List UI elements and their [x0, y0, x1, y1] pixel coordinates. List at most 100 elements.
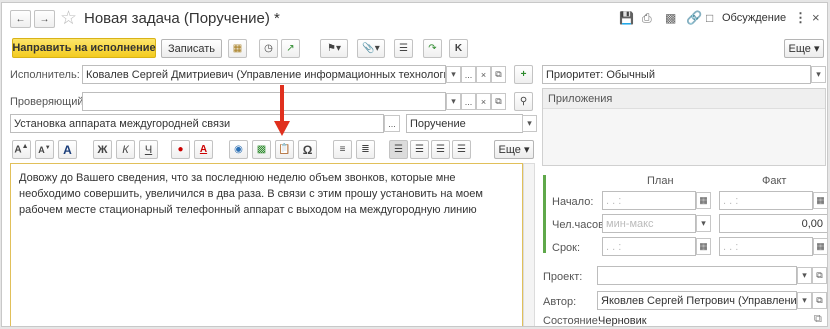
calendar-icon: ▦ [816, 195, 825, 205]
attachments-panel[interactable]: Приложения [542, 88, 826, 166]
reviewer-open[interactable]: ⧉ [491, 93, 506, 110]
executor-select[interactable]: ... [461, 66, 476, 83]
reviewer-field[interactable] [82, 92, 446, 111]
window-menu-icon[interactable]: ⋮ [794, 10, 807, 26]
discussion-link[interactable]: Обсуждение [722, 12, 786, 24]
history-button[interactable]: ◷ [259, 39, 278, 58]
arrow-left-icon: ← [15, 13, 26, 25]
insert-link-button[interactable]: ◉ [229, 140, 248, 159]
executor-open[interactable]: ⧉ [491, 66, 506, 83]
project-dropdown[interactable]: ▾ [797, 267, 812, 284]
reviewer-search-button[interactable]: ⚲ [514, 92, 533, 111]
save-button[interactable]: Записать [161, 39, 222, 58]
author-open[interactable]: ⧉ [812, 292, 827, 309]
toolbar-more-button[interactable]: Еще ▾ [784, 39, 824, 58]
bold-button[interactable]: Ж [93, 140, 112, 159]
font-style-button[interactable]: A [58, 140, 77, 159]
project-field[interactable] [597, 266, 797, 285]
save-icon[interactable]: 💾 [619, 11, 634, 25]
priority-field[interactable]: Приоритет: Обычный [542, 65, 811, 84]
task-type-dropdown[interactable]: ▾ [522, 115, 537, 132]
due-plan-calendar[interactable]: ▦ [696, 238, 711, 255]
font-color-icon: A [199, 144, 208, 155]
flag-button[interactable]: ⚑▾ [320, 39, 348, 58]
due-plan-field[interactable]: . . : [602, 237, 696, 256]
decrease-font-button[interactable]: A▼ [35, 140, 54, 159]
discussion-icon[interactable]: □ [706, 11, 713, 25]
k-button[interactable]: K [449, 39, 468, 58]
due-fact-calendar[interactable]: ▦ [813, 238, 827, 255]
arrow-right-icon: → [39, 13, 50, 25]
executor-field[interactable]: Ковалев Сергей Дмитриевич (Управление ин… [82, 65, 446, 84]
reviewer-label: Проверяющий: [10, 96, 87, 108]
due-fact-field[interactable]: . . : [719, 237, 813, 256]
start-fact-calendar[interactable]: ▦ [813, 192, 827, 209]
link-icon[interactable]: 🔗 [686, 10, 702, 26]
highlight-button[interactable]: ● [171, 140, 190, 159]
process-icon: ↷ [428, 43, 437, 54]
print-icon[interactable]: ⎙ [642, 11, 652, 26]
executor-dropdown[interactable]: ▾ [446, 66, 461, 83]
bullet-list-button[interactable]: ≡ [333, 140, 352, 159]
start-fact-field[interactable]: . . : [719, 191, 813, 210]
flag-icon: ⚑▾ [327, 43, 341, 54]
open-icon: ⧉ [816, 295, 823, 305]
open-icon: ⧉ [495, 69, 502, 79]
attachment-button[interactable]: 📎▾ [357, 39, 385, 58]
hours-label: Чел.часов: [552, 219, 608, 231]
favorite-star-icon[interactable]: ☆ [60, 7, 77, 30]
align-right-button[interactable]: ☰ [431, 140, 450, 159]
preview-icon[interactable]: ▩ [665, 11, 676, 25]
export-button[interactable]: ↗ [281, 39, 300, 58]
open-icon: ⧉ [495, 96, 502, 106]
align-left-button[interactable]: ☰ [389, 140, 408, 159]
author-field[interactable]: Яковлев Сергей Петрович (Управление инфс [597, 291, 797, 310]
forward-button[interactable]: → [34, 10, 55, 28]
subject-field[interactable]: Установка аппарата междугородней связи [10, 114, 384, 133]
font-color-button[interactable]: A [194, 140, 213, 159]
hours-plan-field[interactable]: мин-макс [602, 214, 696, 233]
start-plan-field[interactable]: . . : [602, 191, 696, 210]
italic-button[interactable]: К [116, 140, 135, 159]
task-type-field[interactable]: Поручение [406, 114, 523, 133]
add-executor-button[interactable]: + [514, 65, 533, 84]
increase-font-button[interactable]: A▲ [12, 140, 31, 159]
project-open[interactable]: ⧉ [812, 267, 827, 284]
close-icon[interactable]: × [812, 10, 820, 25]
numbered-list-button[interactable]: ≣ [356, 140, 375, 159]
priority-dropdown[interactable]: ▾ [811, 66, 826, 83]
paste-button[interactable]: 📋 [275, 140, 294, 159]
process-button[interactable]: ↷ [423, 39, 442, 58]
executor-clear[interactable]: × [476, 66, 491, 83]
hours-fact-field[interactable]: 0,00 [719, 214, 827, 233]
underline-button[interactable]: Ч [139, 140, 158, 159]
chevron-down-icon: ▾ [451, 69, 456, 79]
window-title: Новая задача (Поручение) * [84, 10, 280, 27]
reviewer-clear[interactable]: × [476, 93, 491, 110]
hours-plan-dropdown[interactable]: ▾ [696, 215, 711, 232]
special-char-button[interactable]: Ω [298, 140, 317, 159]
open-icon: ⧉ [816, 270, 823, 280]
editor-more-button[interactable]: Еще ▾ [494, 140, 534, 159]
back-button[interactable]: ← [10, 10, 31, 28]
insert-image-button[interactable]: ▩ [252, 140, 271, 159]
subject-select[interactable]: ... [384, 115, 400, 132]
task-body-editor[interactable]: Довожу до Вашего сведения, что за послед… [10, 163, 523, 326]
editor-scrollbar[interactable] [523, 163, 535, 326]
structure-button[interactable]: ☰ [394, 39, 413, 58]
chevron-down-icon: ▾ [701, 218, 706, 228]
reviewer-dropdown[interactable]: ▾ [446, 93, 461, 110]
justify-button[interactable]: ☰ [452, 140, 471, 159]
send-for-execution-button[interactable]: Направить на исполнение [12, 38, 156, 58]
align-center-button[interactable]: ☰ [410, 140, 429, 159]
reviewer-select[interactable]: ... [461, 93, 476, 110]
status-open-icon[interactable]: ⧉ [814, 313, 822, 326]
due-label: Срок: [552, 242, 581, 254]
executor-label: Исполнитель: [10, 69, 80, 81]
author-dropdown[interactable]: ▾ [797, 292, 812, 309]
bold-icon: Ж [97, 143, 108, 156]
start-plan-calendar[interactable]: ▦ [696, 192, 711, 209]
report-button[interactable]: ▦ [228, 39, 247, 58]
editor-more-label: Еще [498, 143, 521, 156]
paperclip-icon: 📎▾ [362, 43, 380, 54]
